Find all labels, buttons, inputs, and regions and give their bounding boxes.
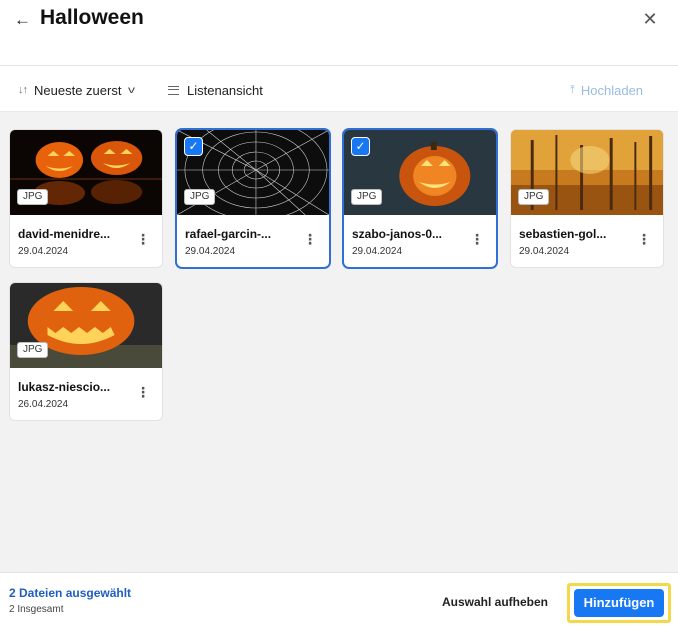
chevron-down-icon: v <box>128 84 136 96</box>
deselect-button[interactable]: Auswahl aufheben <box>442 595 548 609</box>
selection-footer: 2 Dateien ausgewählt 2 Insgesamt Auswahl… <box>0 572 678 626</box>
upload-label: Hochladen <box>580 82 644 98</box>
file-date: 29.04.2024 <box>352 246 403 257</box>
file-card[interactable]: ✓ JPG szabo-janos-0... 29.04.2024 ⋮ <box>343 129 497 268</box>
file-type-badge: JPG <box>518 189 550 205</box>
file-name: szabo-janos-0... <box>352 227 443 241</box>
total-count: 2 Insgesamt <box>9 604 64 615</box>
file-date: 29.04.2024 <box>519 246 570 257</box>
list-view-button[interactable]: Listenansicht <box>168 80 263 100</box>
more-options-icon[interactable]: ⋮ <box>470 231 484 247</box>
file-type-badge: JPG <box>17 189 49 205</box>
file-card[interactable]: JPG sebastien-gol... 29.04.2024 ⋮ <box>510 129 664 268</box>
selected-count: 2 Dateien ausgewählt <box>9 586 132 600</box>
selected-checkbox[interactable]: ✓ <box>351 137 370 156</box>
list-icon <box>168 85 179 95</box>
more-options-icon[interactable]: ⋮ <box>136 231 150 247</box>
list-view-label: Listenansicht <box>187 82 263 98</box>
file-card[interactable]: JPG lukasz-niescio... 26.04.2024 ⋮ <box>9 282 163 421</box>
file-card[interactable]: JPG david-menidre... 29.04.2024 ⋮ <box>9 129 163 268</box>
file-date: 29.04.2024 <box>18 246 69 257</box>
file-date: 29.04.2024 <box>185 246 236 257</box>
upload-button[interactable]: ⤒ Hochladen <box>570 80 643 100</box>
file-type-badge: JPG <box>184 189 216 205</box>
dialog-header: ← Halloween ✕ <box>0 0 678 66</box>
file-date: 26.04.2024 <box>18 399 69 410</box>
file-type-badge: JPG <box>17 342 49 358</box>
file-grid: JPG david-menidre... 29.04.2024 ⋮ ✓ JPG … <box>0 112 678 572</box>
toolbar: ↓↑ Neueste zuerst v Listenansicht ⤒ Hoch… <box>0 66 678 112</box>
file-name: lukasz-niescio... <box>18 380 111 394</box>
file-name: rafael-garcin-... <box>185 227 272 241</box>
file-name: sebastien-gol... <box>519 227 607 241</box>
file-name: david-menidre... <box>18 227 111 241</box>
page-title: Halloween <box>40 6 144 29</box>
selected-checkbox[interactable]: ✓ <box>184 137 203 156</box>
sort-dropdown[interactable]: ↓↑ Neueste zuerst v <box>18 80 136 100</box>
add-button[interactable]: Hinzufügen <box>574 589 664 617</box>
upload-icon: ⤒ <box>570 83 575 96</box>
file-card[interactable]: ✓ JPG rafael-garcin-... 29.04.2024 ⋮ <box>176 129 330 268</box>
close-icon[interactable]: ✕ <box>640 8 660 30</box>
more-options-icon[interactable]: ⋮ <box>136 384 150 400</box>
sort-icon: ↓↑ <box>18 84 28 96</box>
sort-label: Neueste zuerst <box>34 82 122 98</box>
file-type-badge: JPG <box>351 189 383 205</box>
back-arrow-icon[interactable]: ← <box>14 9 34 31</box>
more-options-icon[interactable]: ⋮ <box>303 231 317 247</box>
more-options-icon[interactable]: ⋮ <box>637 231 651 247</box>
